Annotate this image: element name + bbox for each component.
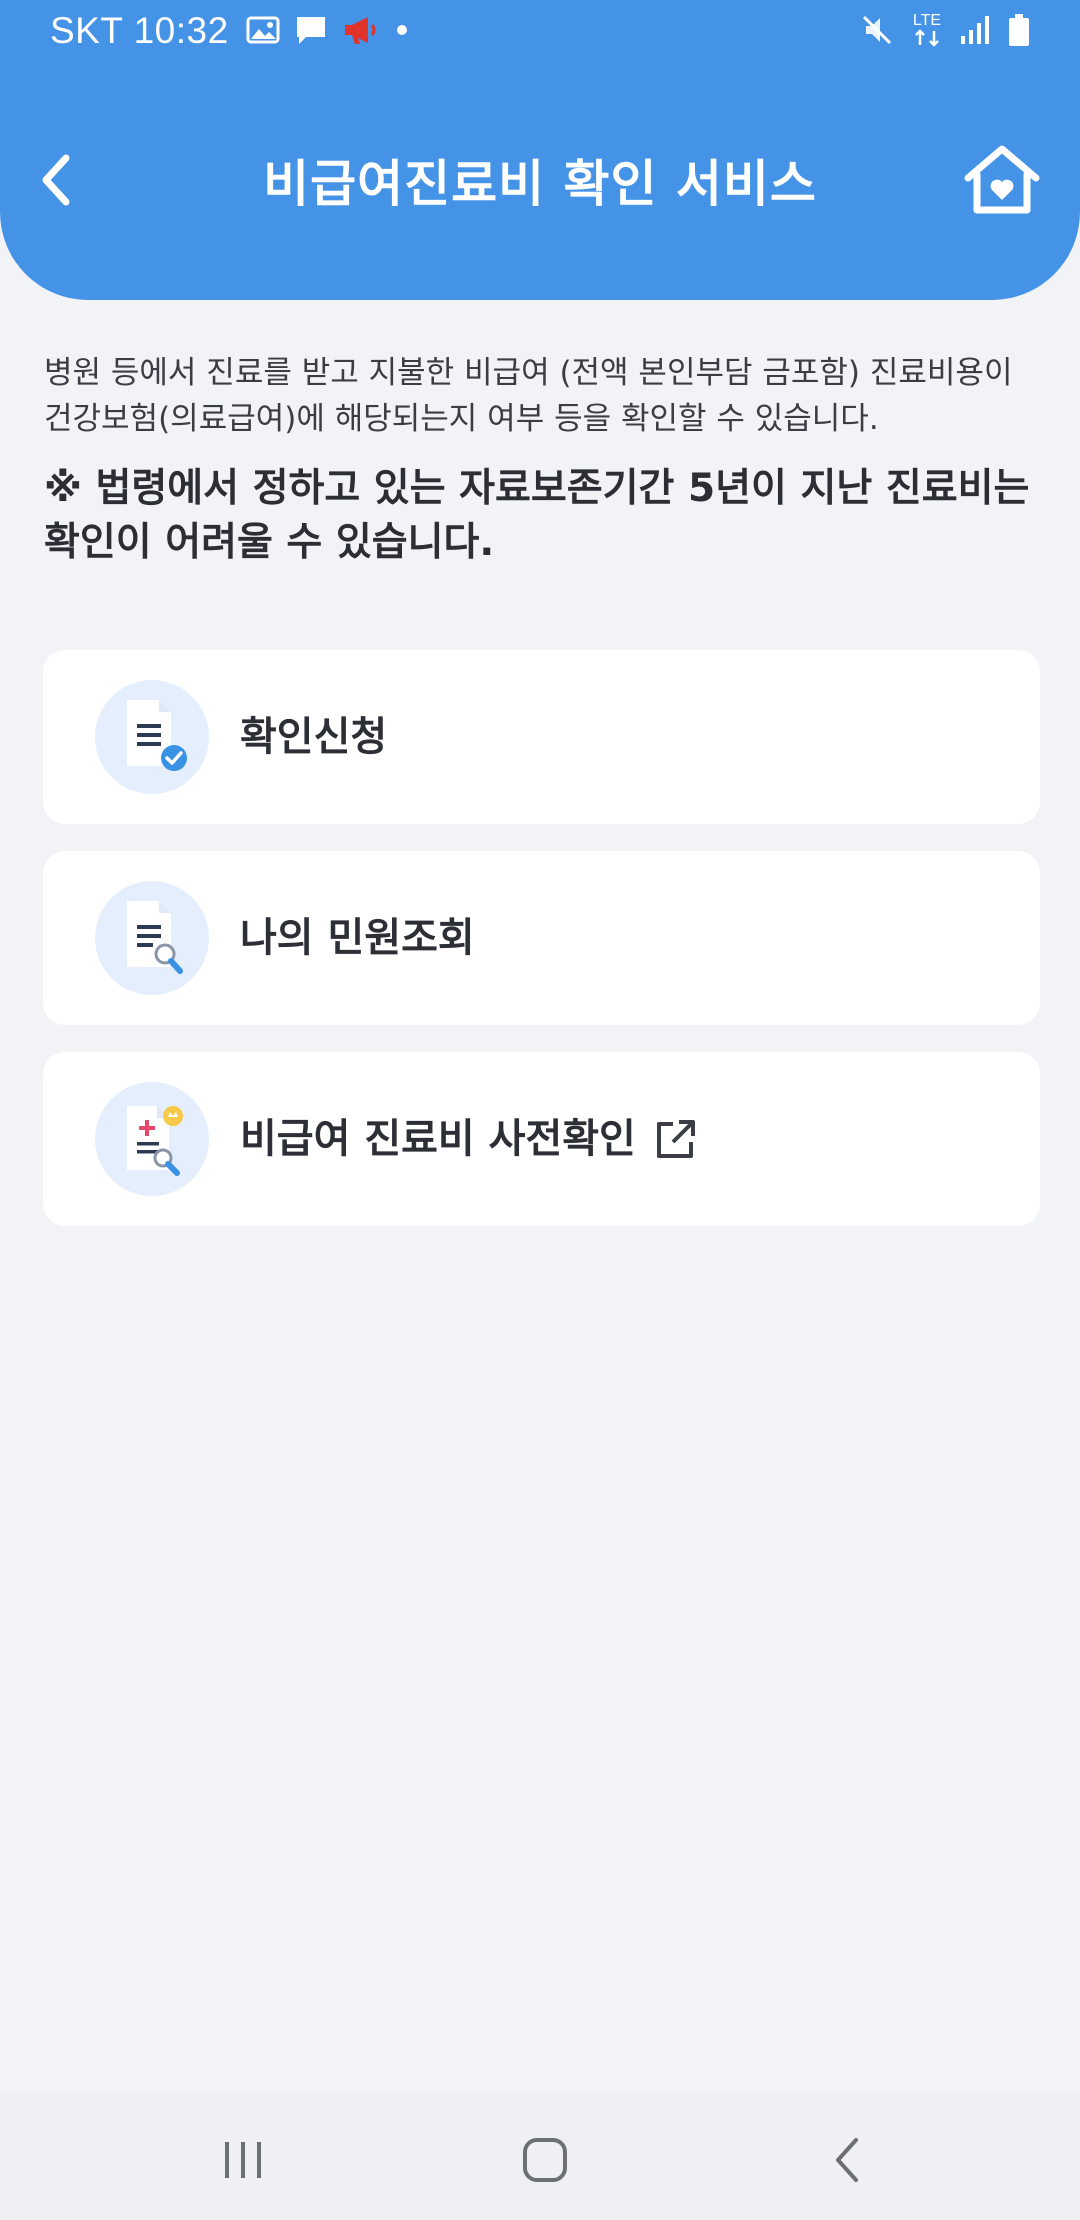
battery-icon: [1008, 13, 1030, 51]
gallery-icon: [246, 15, 280, 49]
menu-item-label: 확인신청: [240, 714, 388, 760]
home-heart-icon: [964, 145, 1040, 214]
menu-item-my-inquiry[interactable]: 나의 민원조회: [43, 851, 1040, 1025]
retention-notice: ※ 법령에서 정하고 있는 자료보존기간 5년이 지난 진료비는 확인이 어려울…: [44, 466, 1030, 565]
megaphone-icon: [342, 14, 378, 50]
medical-document-search-icon: [95, 1082, 209, 1196]
menu-item-label: 나의 민원조회: [240, 915, 475, 961]
status-time: SKT 10:32: [50, 10, 229, 51]
back-chevron-icon: [836, 2138, 858, 2182]
home-nav-button[interactable]: [515, 2130, 575, 2190]
page-title: 비급여진료비 확인 서비스: [263, 155, 817, 213]
status-bar: SKT 10:32 LTE: [0, 0, 1080, 64]
system-nav-bar: [0, 2094, 1080, 2220]
external-link-icon: [657, 1120, 695, 1158]
recent-apps-button[interactable]: [213, 2130, 273, 2190]
header-bar: SKT 10:32 LTE 비급여진료비 확인 서비스: [0, 0, 1080, 300]
notification-dot-icon: [392, 20, 412, 44]
menu-item-apply[interactable]: 확인신청: [43, 650, 1040, 824]
home-square-icon: [523, 2138, 567, 2182]
lte-label: LTE: [912, 12, 942, 29]
service-description: 병원 등에서 진료를 받고 지불한 비급여 (전액 본인부담 금포함) 진료비용…: [44, 355, 1013, 437]
mute-icon: [860, 13, 894, 51]
message-icon: [294, 14, 328, 50]
back-nav-button[interactable]: [818, 2130, 878, 2190]
menu-item-label: 비급여 진료비 사전확인: [240, 1116, 636, 1162]
lte-icon: LTE: [912, 13, 942, 51]
menu-item-precheck[interactable]: 비급여 진료비 사전확인: [43, 1052, 1040, 1226]
recent-apps-icon: [225, 2142, 261, 2178]
signal-icon: [960, 14, 990, 50]
document-check-icon: [95, 680, 209, 794]
document-search-icon: [95, 881, 209, 995]
home-button[interactable]: [962, 144, 1042, 216]
